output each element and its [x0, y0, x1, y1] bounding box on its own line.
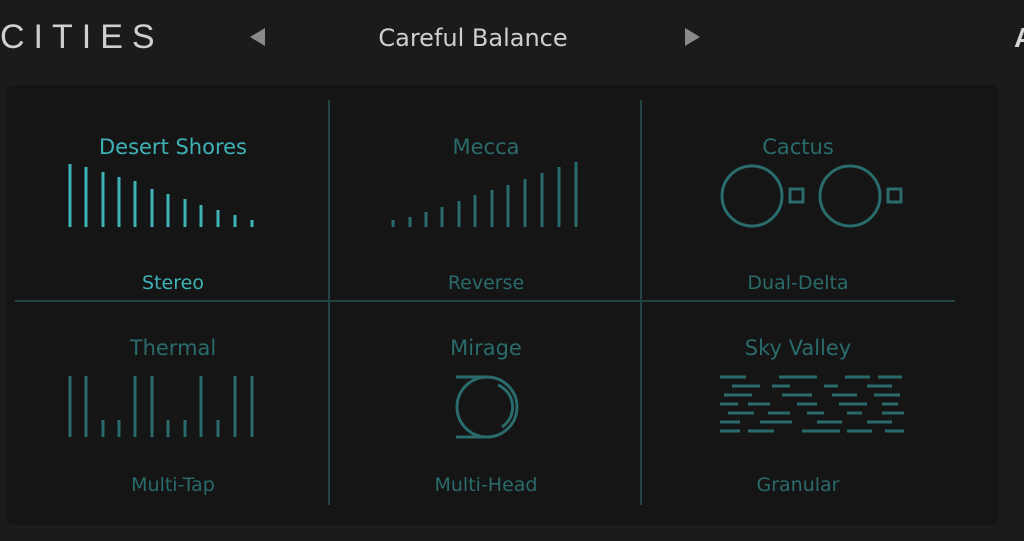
mode-name: Sky Valley — [744, 336, 852, 360]
mode-type: Stereo — [142, 272, 204, 294]
mode-mirage[interactable]: Mirage Multi-Head — [330, 302, 642, 502]
granular-dashes-icon — [720, 375, 904, 433]
multitap-bars-icon — [68, 376, 254, 437]
mode-name: Thermal — [129, 336, 217, 360]
mode-sky-valley[interactable]: Sky Valley Granular — [642, 302, 954, 502]
mode-type: Reverse — [447, 272, 525, 294]
mode-name: Desert Shores — [98, 135, 247, 159]
mode-mecca[interactable]: Mecca Reverse — [330, 97, 642, 297]
prev-preset-button[interactable] — [244, 24, 270, 50]
mode-desert-shores[interactable]: Desert Shores Stereo — [17, 97, 329, 297]
dual-circle-icon — [720, 164, 903, 228]
descending-bars-icon — [68, 164, 254, 227]
preset-name[interactable]: Careful Balance — [340, 24, 606, 52]
mode-name: Cactus — [762, 135, 834, 159]
mode-type: Granular — [756, 474, 840, 496]
triangle-left-icon — [250, 28, 265, 46]
header-right-label: A — [1014, 22, 1024, 54]
app-title: CITIES — [0, 18, 164, 56]
mode-type: Multi-Tap — [131, 474, 215, 496]
mode-thermal[interactable]: Thermal Multi-Tap — [17, 302, 329, 502]
header-bar: CITIES Careful Balance A — [0, 0, 1024, 76]
mode-name: Mecca — [452, 135, 520, 159]
triangle-right-icon — [685, 28, 700, 46]
mode-cactus[interactable]: Cactus Dual-Delta — [642, 97, 954, 297]
next-preset-button[interactable] — [680, 24, 706, 50]
mode-type: Dual-Delta — [747, 272, 849, 294]
mode-name: Mirage — [450, 336, 522, 360]
ascending-bars-icon — [391, 162, 578, 227]
tape-head-icon — [455, 375, 519, 439]
mode-type: Multi-Head — [434, 474, 538, 496]
